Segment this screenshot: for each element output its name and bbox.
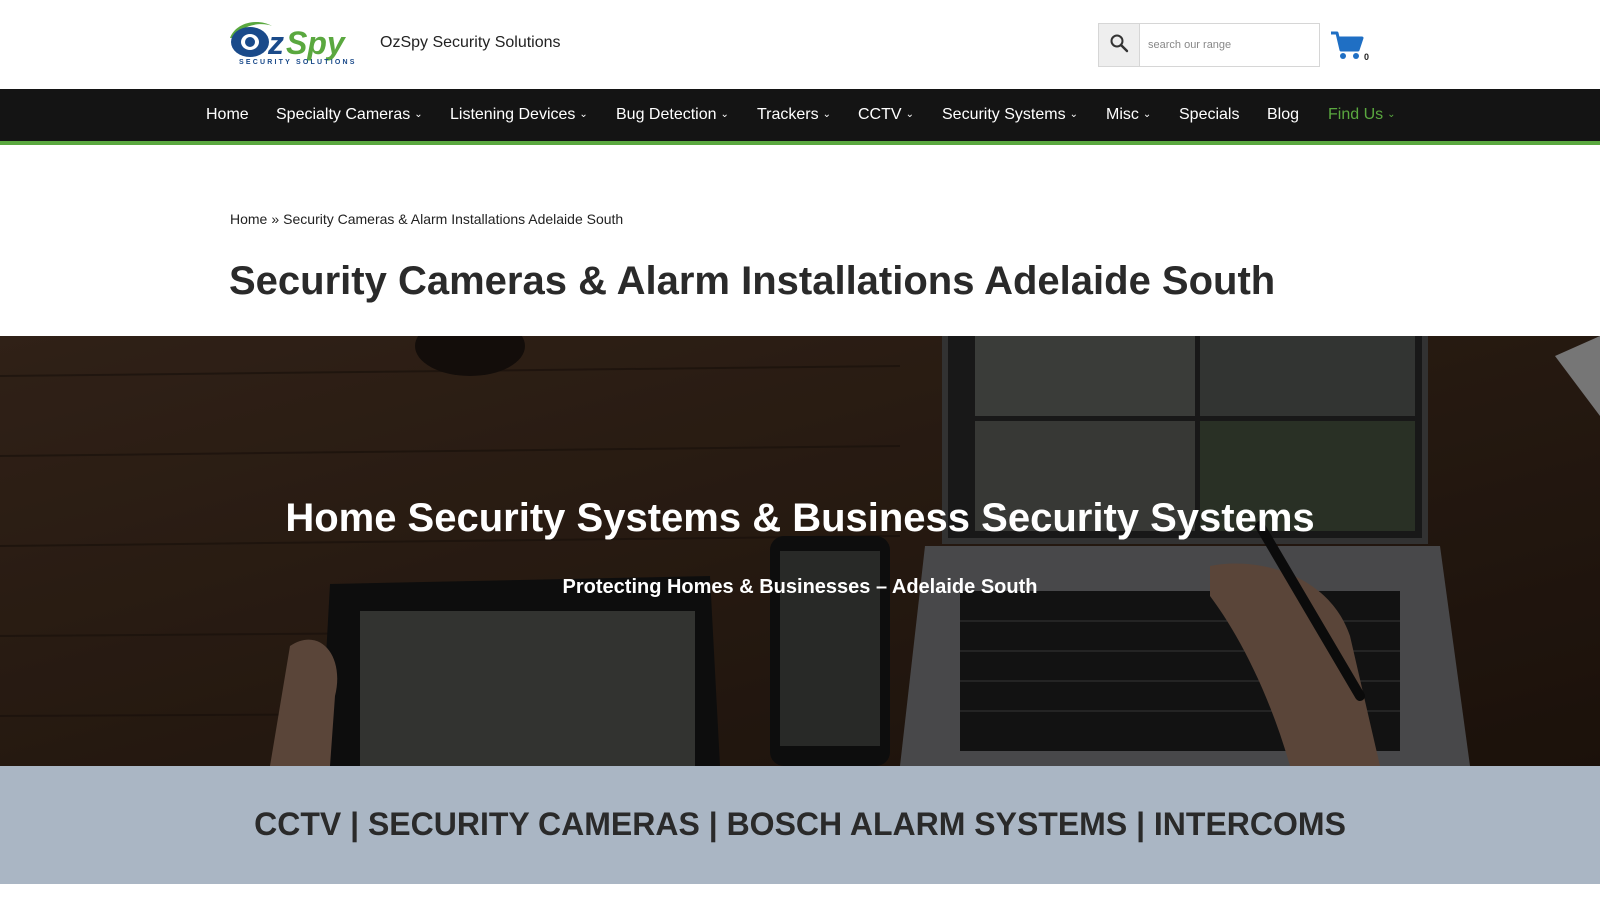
breadcrumb: Home» Security Cameras & Alarm Installati… [230, 211, 623, 227]
nav-item-label: Listening Devices [450, 106, 576, 123]
services-band: CCTV | SECURITY CAMERAS | BOSCH ALARM SY… [0, 766, 1600, 884]
chevron-down-icon: ⌄ [414, 109, 423, 120]
site-header: z Spy SECURITY SOLUTIONS OzSpy Security … [0, 0, 1600, 89]
search-button[interactable] [1099, 24, 1140, 66]
main-navigation: Home Specialty Cameras ⌄ Listening Device… [0, 89, 1600, 145]
svg-text:Spy: Spy [286, 25, 347, 61]
nav-item-misc[interactable]: Misc ⌄ [1106, 106, 1151, 124]
logo-subtext: SECURITY SOLUTIONS [239, 59, 357, 66]
svg-text:z: z [267, 25, 284, 61]
nav-item-label: Bug Detection [616, 106, 717, 123]
search-icon [1109, 33, 1129, 58]
nav-item-listening-devices[interactable]: Listening Devices ⌄ [450, 106, 588, 124]
breadcrumb-current: Security Cameras & Alarm Installations A… [283, 211, 624, 227]
nav-item-home[interactable]: Home [206, 106, 249, 124]
chevron-down-icon: ⌄ [1387, 109, 1396, 120]
nav-item-label: Specialty Cameras [276, 106, 411, 123]
nav-item-blog[interactable]: Blog [1267, 106, 1299, 124]
page-title: Security Cameras & Alarm Installations A… [229, 259, 1276, 303]
nav-item-label: Find Us [1328, 106, 1384, 123]
search-input[interactable] [1141, 24, 1319, 66]
shopping-cart-icon [1330, 31, 1364, 66]
hero-subtitle: Protecting Homes & Businesses – Adelaide… [562, 576, 1038, 598]
chevron-down-icon: ⌄ [1069, 109, 1078, 120]
hero-title: Home Security Systems & Business Securit… [285, 496, 1315, 540]
cart-button[interactable] [1330, 30, 1364, 62]
hero-banner: Home Security Systems & Business Securit… [0, 336, 1600, 766]
nav-item-label: Trackers [757, 106, 819, 123]
hero-background-image [0, 336, 1600, 766]
nav-item-label: Specials [1179, 106, 1240, 123]
nav-item-specialty-cameras[interactable]: Specialty Cameras ⌄ [276, 106, 423, 124]
nav-item-label: Home [206, 106, 249, 123]
nav-item-cctv[interactable]: CCTV ⌄ [858, 106, 914, 124]
nav-item-find-us[interactable]: Find Us ⌄ [1328, 106, 1396, 124]
search-box [1098, 23, 1320, 67]
breadcrumb-home-link[interactable]: Home [230, 211, 267, 227]
breadcrumb-separator: » [271, 211, 280, 227]
nav-item-security-systems[interactable]: Security Systems ⌄ [942, 106, 1078, 124]
chevron-down-icon: ⌄ [905, 109, 914, 120]
services-band-text: CCTV | SECURITY CAMERAS | BOSCH ALARM SY… [254, 806, 1346, 842]
chevron-down-icon: ⌄ [720, 109, 729, 120]
chevron-down-icon: ⌄ [1142, 109, 1152, 120]
cart-count-badge: 0 [1364, 52, 1370, 62]
chevron-down-icon: ⌄ [579, 109, 588, 120]
nav-item-label: Security Systems [942, 106, 1066, 123]
chevron-down-icon: ⌄ [822, 109, 832, 120]
nav-item-label: CCTV [858, 106, 902, 123]
nav-item-bug-detection[interactable]: Bug Detection ⌄ [616, 106, 729, 124]
nav-item-label: Blog [1267, 106, 1300, 123]
site-title[interactable]: OzSpy Security Solutions [380, 34, 561, 52]
nav-item-specials[interactable]: Specials [1179, 106, 1239, 124]
nav-item-trackers[interactable]: Trackers ⌄ [757, 106, 831, 124]
nav-item-label: Misc [1106, 106, 1139, 123]
